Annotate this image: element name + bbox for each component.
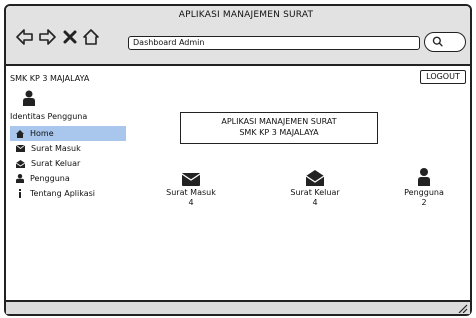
home-icon[interactable]	[82, 28, 100, 46]
envelope-icon	[16, 145, 25, 152]
sidebar-nav: Home Surat Masuk Surat Keluar Pengguna T…	[10, 126, 126, 201]
stat-surat-masuk: Surat Masuk 4	[156, 168, 226, 207]
stat-pengguna: Pengguna 2	[389, 168, 459, 207]
user-icon	[16, 174, 24, 183]
open-envelope-icon	[16, 159, 25, 168]
identity-label: Identitas Pengguna	[10, 112, 88, 121]
app-banner: APLIKASI MANAJEMEN SURAT SMK KP 3 MAJALA…	[180, 112, 378, 144]
stat-label: Surat Keluar	[290, 188, 340, 197]
user-avatar-icon	[23, 90, 35, 106]
open-envelope-icon	[306, 170, 324, 186]
school-name: SMK KP 3 MAJALAYA	[10, 74, 90, 83]
browser-window: APLIKASI MANAJEMEN SURAT Dashboard Admin…	[4, 4, 472, 316]
logout-button[interactable]: LOGOUT	[420, 70, 466, 84]
banner-title: APLIKASI MANAJEMEN SURAT	[221, 117, 337, 126]
stat-surat-keluar: Surat Keluar 4	[280, 168, 350, 207]
home-icon	[16, 129, 24, 138]
sidebar-item-surat-keluar[interactable]: Surat Keluar	[10, 156, 126, 171]
stat-label: Surat Masuk	[166, 188, 216, 197]
address-bar[interactable]: Dashboard Admin	[128, 36, 420, 50]
envelope-icon	[182, 173, 200, 186]
stat-label: Pengguna	[404, 188, 444, 197]
page-content: SMK KP 3 MAJALAYA LOGOUT Identitas Pengg…	[6, 64, 470, 306]
stat-value: 4	[312, 198, 318, 207]
sidebar-item-label: Home	[30, 129, 54, 138]
title-bar: APLIKASI MANAJEMEN SURAT Dashboard Admin	[6, 6, 470, 66]
window-title: APLIKASI MANAJEMEN SURAT	[178, 10, 314, 20]
back-arrow-icon[interactable]	[16, 28, 34, 46]
sidebar-item-label: Surat Keluar	[31, 159, 81, 168]
sidebar-item-surat-masuk[interactable]: Surat Masuk	[10, 141, 126, 156]
sidebar-item-label: Pengguna	[30, 174, 70, 183]
info-icon	[19, 189, 21, 198]
sidebar-item-home[interactable]: Home	[10, 126, 126, 141]
status-bar	[6, 300, 470, 314]
search-button[interactable]	[424, 32, 466, 52]
close-icon[interactable]	[61, 28, 79, 46]
sidebar-item-tentang-aplikasi[interactable]: Tentang Aplikasi	[10, 186, 126, 201]
sidebar-item-label: Tentang Aplikasi	[30, 189, 96, 198]
resize-handle-icon[interactable]	[458, 304, 468, 313]
stat-value: 4	[188, 198, 194, 207]
search-icon	[432, 36, 443, 47]
banner-subtitle: SMK KP 3 MAJALAYA	[239, 128, 319, 137]
sidebar-item-pengguna[interactable]: Pengguna	[10, 171, 126, 186]
sidebar-item-label: Surat Masuk	[31, 144, 81, 153]
user-icon	[418, 168, 430, 186]
forward-arrow-icon[interactable]	[38, 28, 56, 46]
stat-value: 2	[421, 198, 427, 207]
